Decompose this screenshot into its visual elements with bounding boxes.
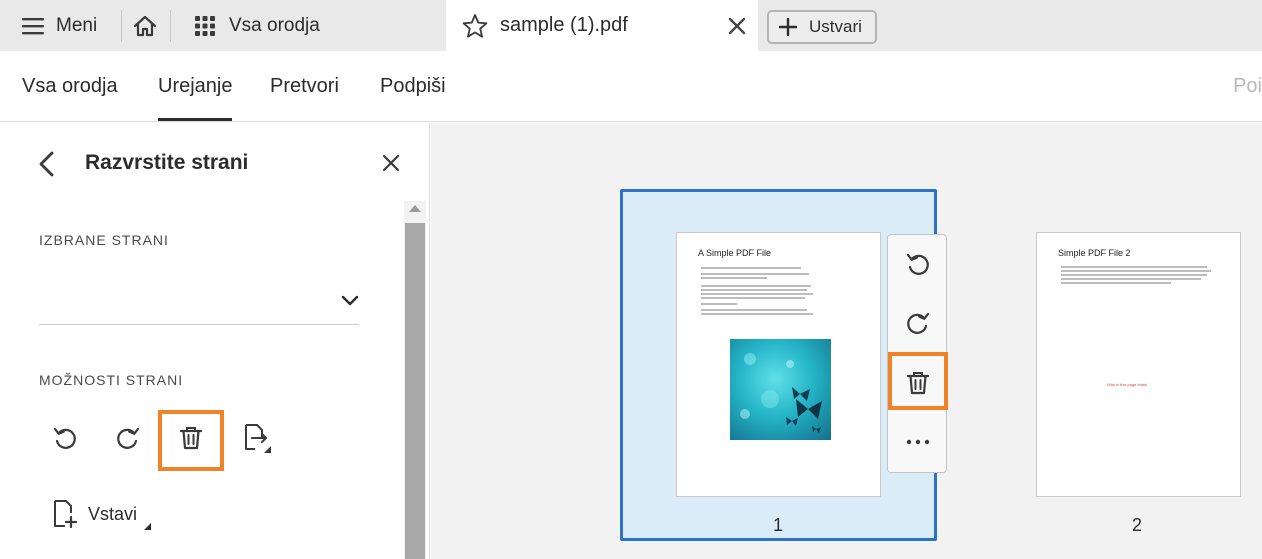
nav-tab-edit[interactable]: Urejanje	[158, 75, 233, 121]
page-2-title: Simple PDF File 2	[1058, 248, 1131, 258]
text-line	[701, 285, 811, 287]
grid-icon	[195, 15, 215, 36]
page-thumbnails-area: A Simple PDF File Simple PDF File 2 Why …	[431, 123, 1262, 559]
more-icon	[906, 439, 930, 445]
secondary-nav: Vsa orodja Urejanje Pretvori Podpiši Poi	[0, 51, 1262, 122]
close-icon[interactable]	[382, 154, 400, 172]
dropdown-indicator	[144, 523, 152, 530]
page-options-label: MOŽNOSTI STRANI	[39, 372, 184, 388]
text-line	[1061, 266, 1207, 268]
text-line	[1061, 270, 1211, 272]
selected-pages-label: IZBRANE STRANI	[39, 232, 169, 248]
text-line	[1061, 278, 1201, 280]
all-tools-tab[interactable]: Vsa orodja	[195, 0, 320, 51]
page-thumbnail-2[interactable]: Simple PDF File 2 Why is this page blank	[1036, 232, 1241, 497]
rotate-left-button[interactable]	[901, 247, 935, 281]
text-line	[1061, 282, 1171, 284]
nav-tab-convert[interactable]: Pretvori	[270, 75, 339, 121]
tab-divider	[170, 10, 171, 42]
page-thumbnail-1[interactable]: A Simple PDF File	[676, 232, 881, 497]
organize-pages-panel: Razvrstite strani IZBRANE STRANI MOŽNOST…	[0, 123, 430, 559]
butterfly-image	[730, 339, 831, 440]
home-button[interactable]	[132, 0, 158, 51]
rotate-right-button[interactable]	[901, 306, 935, 340]
panel-scrollbar[interactable]	[404, 201, 426, 559]
document-tab-title: sample (1).pdf	[500, 14, 628, 36]
page-number-2: 2	[1132, 515, 1143, 535]
rotate-left-icon	[53, 427, 76, 449]
extract-page-button[interactable]	[239, 421, 273, 455]
create-button-label: Ustvari	[809, 17, 862, 36]
rotate-right-icon	[117, 427, 140, 449]
plus-icon	[779, 18, 797, 36]
selected-pages-dropdown[interactable]	[39, 283, 359, 325]
delete-highlight	[158, 410, 224, 471]
page-2-red-text: Why is this page blank	[1107, 382, 1148, 387]
text-line	[701, 277, 767, 279]
page-number-1: 1	[773, 515, 784, 535]
scroll-up-arrow[interactable]	[409, 205, 421, 212]
rotate-left-icon	[906, 253, 929, 275]
text-line	[701, 273, 809, 275]
back-arrow-icon[interactable]	[36, 151, 58, 177]
create-button[interactable]: Ustvari	[767, 10, 877, 44]
text-line	[701, 267, 801, 269]
butterflies-graphic	[740, 353, 822, 433]
search-field[interactable]: Poi	[1233, 75, 1262, 98]
rotate-right-icon	[907, 312, 930, 334]
scroll-thumb[interactable]	[405, 223, 425, 559]
text-line	[701, 313, 813, 315]
menu-button[interactable]: Meni	[22, 0, 97, 51]
panel-title: Razvrstite strani	[85, 151, 249, 174]
all-tools-tab-label: Vsa orodja	[229, 14, 320, 36]
insert-label: Vstavi	[88, 503, 138, 524]
rotate-left-button[interactable]	[48, 421, 82, 455]
menu-label: Meni	[56, 14, 98, 36]
document-tab[interactable]: sample (1).pdf	[446, 0, 758, 51]
extract-page-icon	[245, 424, 271, 453]
tab-bar: Meni Vsa orodja sample (1).pdf Ustvari	[0, 0, 1262, 51]
insert-page-icon	[54, 500, 78, 529]
delete-highlight	[888, 352, 948, 410]
close-icon[interactable]	[726, 15, 748, 37]
nav-tab-sign[interactable]: Podpiši	[380, 75, 446, 121]
nav-tab-all-tools[interactable]: Vsa orodja	[22, 75, 118, 121]
text-line	[701, 297, 805, 299]
text-line	[1061, 274, 1207, 276]
tab-divider	[121, 10, 122, 42]
text-line	[701, 293, 813, 295]
home-icon	[133, 15, 157, 36]
rotate-right-button[interactable]	[111, 421, 145, 455]
chevron-down-icon	[341, 295, 359, 306]
text-line	[701, 309, 807, 311]
text-line	[701, 303, 737, 305]
insert-button[interactable]: Vstavi	[52, 499, 152, 530]
star-icon[interactable]	[462, 13, 488, 39]
more-options-button[interactable]	[901, 425, 935, 459]
hamburger-icon	[22, 17, 44, 34]
text-line	[701, 289, 807, 291]
page-1-title: A Simple PDF File	[698, 248, 772, 258]
